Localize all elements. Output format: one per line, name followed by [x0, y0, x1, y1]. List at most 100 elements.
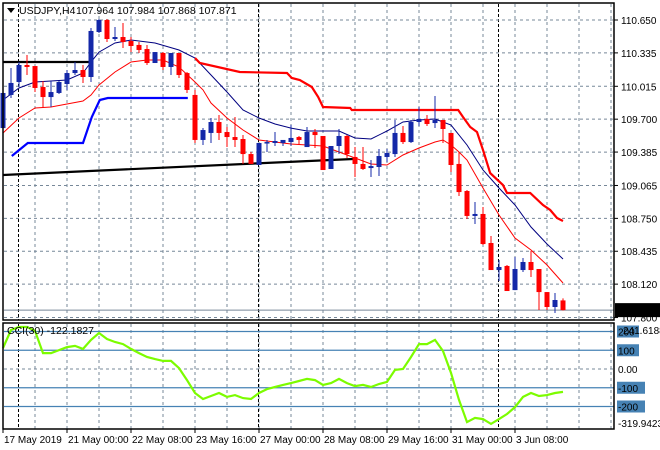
- candle-body: [184, 73, 190, 90]
- candle: [256, 142, 262, 166]
- candle: [80, 64, 86, 83]
- price-tick-label: 109.700: [621, 115, 658, 126]
- price-chart[interactable]: 110.650 110.335 110.015 109.700 109.385 109.0…: [0, 0, 660, 450]
- candle-body: [248, 154, 254, 164]
- candle-body: [40, 87, 46, 98]
- candle: [192, 89, 198, 143]
- candle: [136, 42, 142, 53]
- candle: [40, 80, 46, 107]
- cci-level-label: 0.00: [618, 365, 638, 376]
- candle-body: [144, 49, 150, 64]
- candle-body: [136, 44, 142, 50]
- candle-body: [552, 300, 558, 307]
- candle: [48, 80, 54, 107]
- candle: [160, 52, 166, 71]
- cci-line: [1, 325, 564, 426]
- grid: [4, 4, 614, 429]
- candle-body: [432, 120, 438, 124]
- candle: [96, 18, 102, 34]
- candle-body: [128, 40, 134, 46]
- candle-body: [312, 132, 318, 136]
- price-tick-label: 109.065: [621, 181, 658, 192]
- symbol-title: USDJPY,H4: [19, 5, 76, 17]
- cci-title: CCI(30) -122.1827: [7, 325, 94, 337]
- candle-body: [464, 191, 470, 216]
- candle: [352, 147, 358, 178]
- time-tick-label: 21 May 00:00: [68, 435, 129, 446]
- candle: [480, 206, 486, 245]
- candle-body: [344, 135, 350, 155]
- candle-body: [288, 137, 294, 143]
- price-tick-label: 110.650: [621, 16, 657, 27]
- cci-level-label: -200: [618, 403, 638, 414]
- candle-body: [304, 132, 310, 148]
- candle: [128, 37, 134, 53]
- candle-body: [512, 268, 518, 291]
- candle-body: [56, 82, 62, 93]
- candle-body: [104, 20, 110, 40]
- candle: [536, 268, 542, 311]
- candle: [384, 149, 390, 162]
- candle-body: [24, 64, 30, 67]
- candle-body: [560, 300, 566, 311]
- candle-body: [88, 30, 94, 78]
- candle: [424, 115, 430, 126]
- candle: [72, 61, 78, 76]
- candle: [32, 66, 38, 93]
- candle-body: [168, 52, 174, 67]
- candle: [440, 120, 446, 143]
- time-tick-label: 28 May 08:00: [324, 435, 385, 446]
- candle-body: [192, 94, 198, 140]
- candle: [272, 132, 278, 147]
- candle: [184, 71, 190, 93]
- time-tick-label: 31 May 00:00: [452, 435, 513, 446]
- current-price-label: 107.871: [619, 306, 656, 317]
- candle: [448, 132, 454, 173]
- price-tick-label: 110.335: [621, 49, 657, 60]
- indicator-line-stop-blue: [11, 96, 188, 157]
- indicator-line-stop-red: [194, 57, 564, 222]
- candle: [264, 139, 270, 152]
- candle-body: [416, 118, 422, 122]
- time-tick-label: 3 Jun 08:00: [516, 435, 569, 446]
- cci-min-label: -319.9423: [618, 419, 660, 430]
- triangle-down-icon[interactable]: [7, 8, 15, 13]
- candle-body: [216, 121, 222, 133]
- axes: 110.650 110.335 110.015 109.700 109.385 109.0…: [2, 16, 660, 446]
- candle: [224, 127, 230, 148]
- candle: [544, 292, 550, 311]
- candle-body: [424, 118, 430, 124]
- candle: [560, 298, 566, 311]
- candle: [112, 26, 118, 41]
- candle-body: [536, 268, 542, 293]
- candle-body: [280, 139, 286, 143]
- candle-body: [496, 267, 502, 271]
- candle-body: [472, 213, 478, 216]
- time-tick-label: 17 May 2019: [4, 435, 62, 446]
- cci-max-label: 241.6188: [623, 326, 660, 337]
- candle: [240, 135, 246, 164]
- candle: [104, 18, 110, 43]
- candle-body: [336, 135, 342, 147]
- candle-body: [360, 163, 366, 169]
- candle-body: [328, 146, 334, 169]
- candle: [168, 52, 174, 76]
- candle: [320, 135, 326, 171]
- candle-body: [376, 156, 382, 167]
- candle-body: [176, 52, 182, 76]
- cci-indicator: [1, 325, 614, 426]
- candle: [432, 96, 438, 129]
- candle: [472, 201, 478, 224]
- candle-body: [256, 142, 262, 166]
- candle-body: [272, 140, 278, 143]
- candle: [280, 139, 286, 147]
- candle-body: [488, 242, 494, 271]
- candle-body: [16, 64, 22, 83]
- candle: [512, 256, 518, 291]
- candle: [232, 116, 238, 148]
- candle-body: [408, 121, 414, 143]
- candle: [336, 128, 342, 155]
- candle-body: [296, 137, 302, 140]
- candle-body: [504, 265, 510, 292]
- candle: [408, 120, 414, 143]
